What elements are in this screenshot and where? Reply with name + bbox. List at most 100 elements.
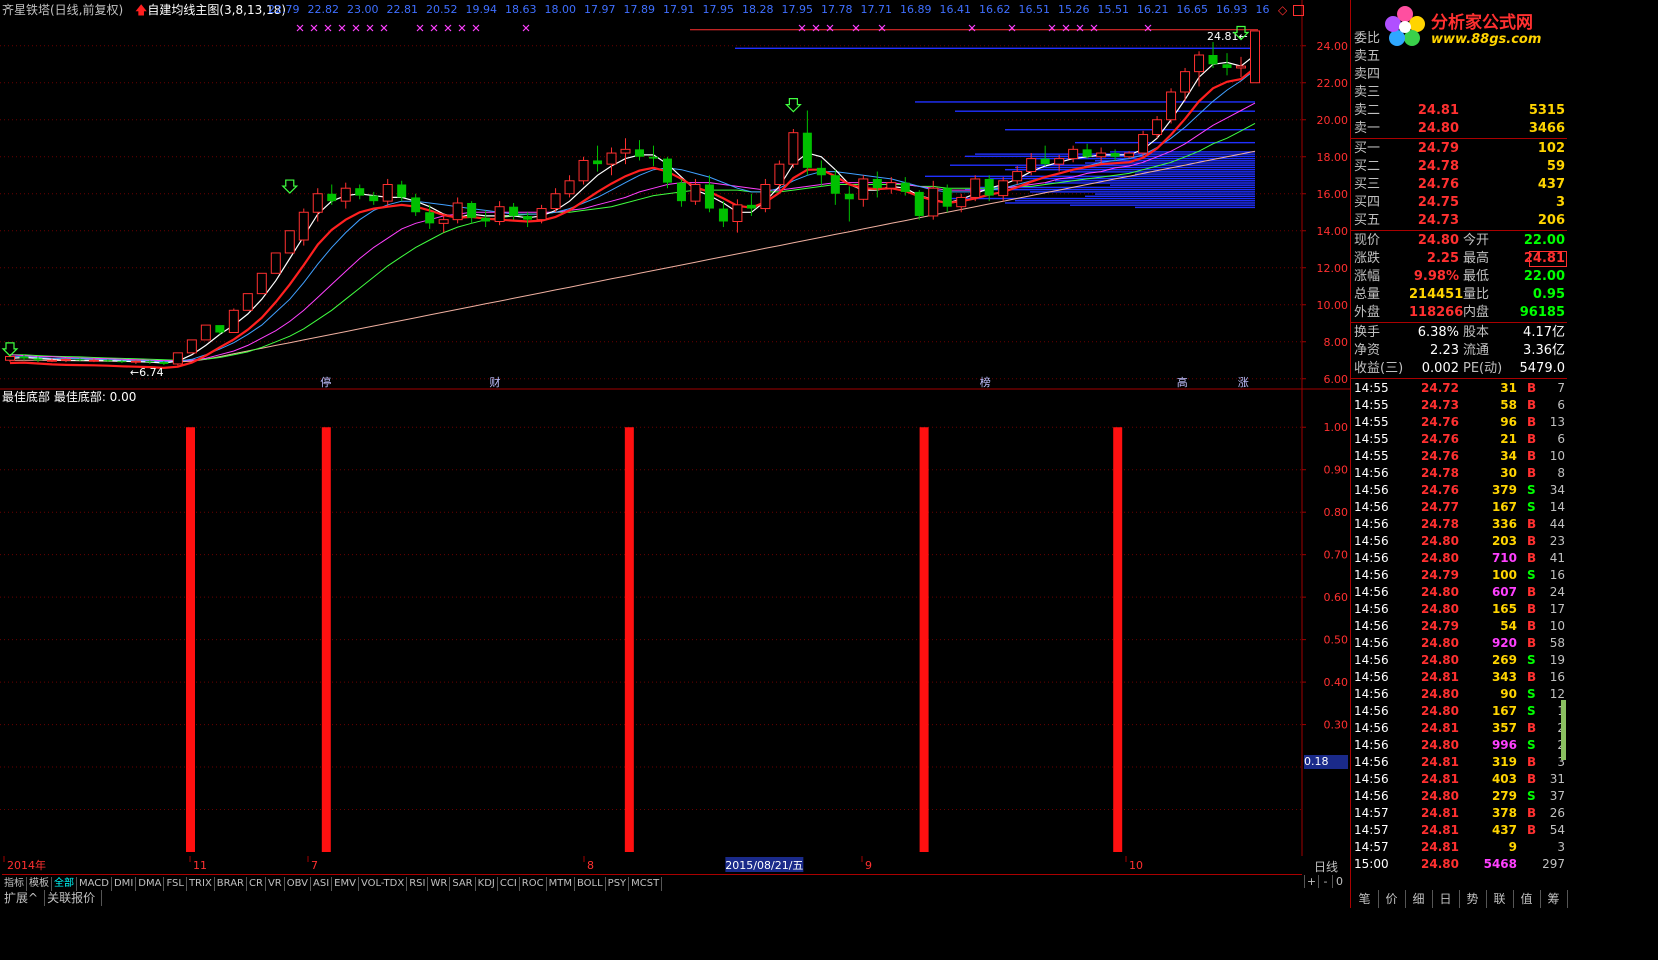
tab-control-button[interactable]: - bbox=[1318, 875, 1332, 888]
candle-up bbox=[1194, 54, 1205, 73]
candle-up bbox=[60, 358, 71, 361]
tab-vol-tdx[interactable]: VOL-TDX bbox=[359, 877, 408, 891]
up-arrow-icon: 🡅 bbox=[135, 3, 148, 17]
candle-up bbox=[228, 309, 239, 333]
candle-up bbox=[452, 202, 463, 221]
tick-time: 14:55 bbox=[1354, 398, 1389, 412]
right-tab[interactable]: 细 bbox=[1405, 890, 1433, 908]
tab-sar[interactable]: SAR bbox=[450, 877, 476, 891]
bid-row: 买二 24.78 59 bbox=[1351, 158, 1567, 176]
tab-roc[interactable]: ROC bbox=[520, 877, 547, 891]
tick-time: 14:57 bbox=[1354, 823, 1389, 837]
candle-up bbox=[1068, 148, 1079, 160]
stock-title[interactable]: 齐星铁塔(日线,前复权) bbox=[2, 3, 123, 17]
tab-指标[interactable]: 指标 bbox=[2, 877, 27, 891]
right-tab[interactable]: 价 bbox=[1378, 890, 1406, 908]
tab-fsl[interactable]: FSL bbox=[164, 877, 187, 891]
tick-price: 24.78 bbox=[1421, 466, 1459, 480]
tick-scrollbar[interactable] bbox=[1561, 700, 1566, 760]
depth-bar bbox=[1135, 206, 1255, 209]
candle-down bbox=[75, 359, 85, 361]
tab-vr[interactable]: VR bbox=[266, 877, 285, 891]
tab-dmi[interactable]: DMI bbox=[112, 877, 137, 891]
tick-row: 14:56 24.77 167 S 14 bbox=[1351, 499, 1567, 516]
right-tab[interactable]: 值 bbox=[1513, 890, 1541, 908]
candle-up bbox=[928, 187, 939, 217]
candle-down bbox=[117, 361, 127, 363]
tab-brar[interactable]: BRAR bbox=[215, 877, 247, 891]
order-ratio-row: 委比 bbox=[1351, 30, 1567, 48]
tick-row: 14:56 24.80 165 B 17 bbox=[1351, 601, 1567, 618]
tab-kdj[interactable]: KDJ bbox=[476, 877, 498, 891]
main-kline-chart[interactable]: 6.00 8.00 10.00 12.00 14.00 16.00 18.00 20.00 22… bbox=[0, 0, 1350, 390]
kline-svg[interactable]: 6.00 8.00 10.00 12.00 14.00 16.00 18.00 20.00 22… bbox=[0, 0, 1350, 390]
tab-boll[interactable]: BOLL bbox=[575, 877, 606, 891]
tab-control-button[interactable]: 0 bbox=[1332, 875, 1346, 888]
tab-全部[interactable]: 全部 bbox=[52, 877, 77, 891]
indicator-chart[interactable]: 最佳底部 最佳底部: 0.00 0.30 0.40 0.50 0.60 0.70 0.80… bbox=[0, 390, 1350, 856]
tick-count: 41 bbox=[1549, 551, 1565, 565]
bid-row: 买三 24.76 437 bbox=[1351, 176, 1567, 194]
tab-asi[interactable]: ASI bbox=[311, 877, 333, 891]
tab-control-button[interactable]: + bbox=[1304, 875, 1318, 888]
tick-side: B bbox=[1527, 602, 1537, 616]
tick-volume: 54 bbox=[1500, 619, 1517, 633]
right-tab[interactable]: 势 bbox=[1459, 890, 1487, 908]
indicator-name[interactable]: 自建均线主图(3,8,13,18) bbox=[147, 3, 286, 17]
tick-volume: 21 bbox=[1500, 432, 1517, 446]
right-tab[interactable]: 筹 bbox=[1540, 890, 1568, 908]
candle-down bbox=[816, 167, 826, 176]
tab-rsi[interactable]: RSI bbox=[407, 877, 429, 891]
tick-price: 24.81 bbox=[1421, 721, 1459, 735]
tab-mcst[interactable]: MCST bbox=[629, 877, 663, 891]
depth-bar bbox=[1135, 173, 1255, 175]
tab-obv[interactable]: OBV bbox=[285, 877, 311, 891]
highest-box bbox=[1529, 251, 1567, 267]
cross-marker-icon bbox=[472, 24, 480, 32]
y-tick-label: 0.40 bbox=[1324, 676, 1349, 689]
tick-side: S bbox=[1527, 738, 1536, 752]
tab-dma[interactable]: DMA bbox=[136, 877, 165, 891]
tick-side: B bbox=[1527, 636, 1537, 650]
tick-count: 54 bbox=[1549, 823, 1565, 837]
bottom-link[interactable]: 关联报价 bbox=[47, 890, 103, 906]
tick-row: 14:56 24.79 54 B 10 bbox=[1351, 618, 1567, 635]
candle-up bbox=[200, 324, 211, 341]
depth-bar bbox=[950, 197, 1255, 200]
tab-psy[interactable]: PSY bbox=[606, 877, 630, 891]
right-tab[interactable]: 日 bbox=[1432, 890, 1460, 908]
tab-cci[interactable]: CCI bbox=[498, 877, 520, 891]
tab-macd[interactable]: MACD bbox=[77, 877, 112, 891]
candle-up bbox=[1152, 119, 1163, 136]
tick-row: 14:56 24.79 100 S 16 bbox=[1351, 567, 1567, 584]
tick-count: 26 bbox=[1549, 806, 1565, 820]
bid-volume: 437 bbox=[1537, 177, 1565, 192]
tick-count: 58 bbox=[1549, 636, 1565, 650]
period-label[interactable]: 日线 bbox=[1314, 858, 1338, 875]
right-tab[interactable]: 笔 bbox=[1351, 890, 1379, 908]
tab-trix[interactable]: TRIX bbox=[187, 877, 215, 891]
tab-emv[interactable]: EMV bbox=[332, 877, 359, 891]
candle-up bbox=[564, 180, 575, 195]
tick-price: 24.80 bbox=[1421, 551, 1459, 565]
bottom-link[interactable]: 扩展^ bbox=[4, 890, 46, 906]
tick-count: 16 bbox=[1549, 568, 1565, 582]
tab-wr[interactable]: WR bbox=[428, 877, 451, 891]
tab-mtm[interactable]: MTM bbox=[547, 877, 575, 891]
candle-down bbox=[914, 191, 924, 216]
top-ma-value: 16.65 bbox=[1176, 3, 1209, 16]
right-tab[interactable]: 联 bbox=[1486, 890, 1514, 908]
tick-price: 24.80 bbox=[1421, 789, 1459, 803]
tab-模板[interactable]: 模板 bbox=[27, 877, 52, 891]
quote-value: 22.00 bbox=[1523, 233, 1565, 248]
depth-bar bbox=[735, 47, 1255, 49]
restore-icon[interactable] bbox=[1293, 5, 1305, 16]
depth-bar bbox=[965, 155, 1255, 158]
y-tick-label: 16.00 bbox=[1317, 188, 1349, 201]
quote-label: 现价 bbox=[1354, 233, 1381, 248]
candle-up bbox=[1166, 91, 1177, 121]
diamond-icon[interactable]: ◇ bbox=[1278, 3, 1287, 17]
candle-down bbox=[662, 158, 672, 183]
candle-up bbox=[998, 180, 1009, 197]
tab-cr[interactable]: CR bbox=[247, 877, 266, 891]
